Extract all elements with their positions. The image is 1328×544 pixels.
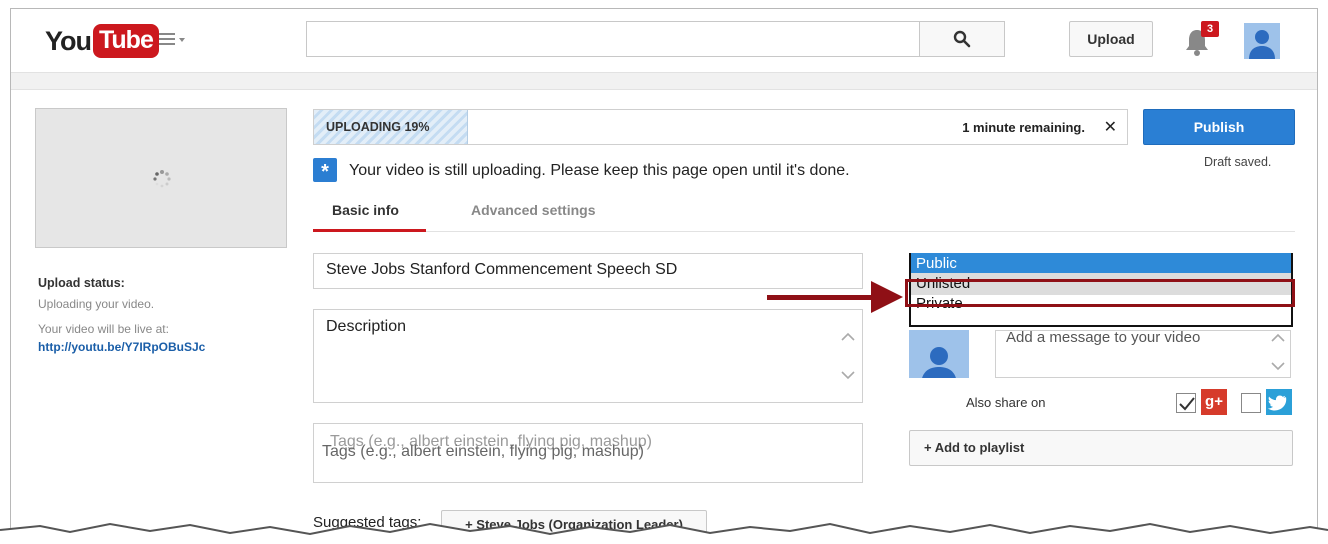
also-share-label: Also share on	[966, 395, 1046, 410]
notifications-button[interactable]: 3	[1183, 21, 1219, 57]
google-plus-icon: g+	[1201, 389, 1227, 415]
message-scroll-arrows-icon[interactable]	[1270, 331, 1286, 377]
logo-tube-text: Tube	[93, 24, 159, 58]
asterisk-icon: *	[313, 158, 337, 183]
checkmark-icon	[1179, 397, 1195, 411]
search-icon	[953, 30, 971, 48]
tags-value: Tags (e.g., albert einstein, flying pig,…	[322, 443, 644, 460]
tags-input[interactable]: Tags (e.g., albert einstein, flying pig,…	[313, 423, 863, 483]
share-message-placeholder: Add a message to your video	[1006, 329, 1201, 346]
youtube-logo[interactable]: You Tube	[45, 23, 159, 59]
time-remaining-text: 1 minute remaining.	[962, 120, 1085, 135]
draft-saved-text: Draft saved.	[1204, 155, 1272, 169]
description-textarea[interactable]: Description	[313, 309, 863, 403]
gplus-share-checkbox[interactable]	[1176, 393, 1196, 413]
search-button[interactable]	[919, 21, 1005, 57]
tab-advanced-settings[interactable]: Advanced settings	[471, 202, 595, 218]
guide-menu-icon[interactable]	[159, 33, 191, 49]
uploading-status-text: Uploading your video.	[38, 297, 155, 311]
upload-progress-bar: UPLOADING 19% 1 minute remaining. ✕	[313, 109, 1128, 145]
add-to-playlist-button[interactable]: + Add to playlist	[909, 430, 1293, 466]
description-placeholder: Description	[326, 318, 407, 335]
unlisted-highlight-box	[905, 279, 1295, 307]
textarea-scroll-arrows-icon[interactable]	[840, 328, 856, 388]
video-title-input[interactable]: Steve Jobs Stanford Commencement Speech …	[313, 253, 863, 289]
upload-main-panel: Upload status: Uploading your video. You…	[11, 89, 1317, 537]
video-url-link[interactable]: http://youtu.be/Y7IRpOBuSJc	[38, 340, 205, 354]
annotation-arrow-icon	[871, 281, 903, 313]
tab-basic-info[interactable]: Basic info	[332, 202, 399, 218]
video-live-text: Your video will be live at:	[38, 322, 169, 336]
upload-button[interactable]: Upload	[1069, 21, 1153, 57]
publish-button[interactable]: Publish	[1143, 109, 1295, 145]
tab-divider	[313, 231, 1295, 232]
user-avatar-icon	[922, 347, 956, 378]
torn-edge-decoration	[0, 522, 1328, 544]
upload-status-label: Upload status:	[38, 276, 125, 290]
loading-spinner-icon	[153, 170, 171, 188]
notification-count-badge: 3	[1201, 21, 1219, 37]
top-header: You Tube Upload 3	[11, 9, 1317, 73]
account-avatar[interactable]	[1244, 23, 1280, 59]
annotation-arrow-shaft	[767, 295, 879, 300]
share-avatar	[909, 330, 969, 378]
upload-progress-label: UPLOADING 19%	[326, 120, 430, 134]
upload-notice-text: Your video is still uploading. Please ke…	[349, 162, 850, 179]
twitter-share-checkbox[interactable]	[1241, 393, 1261, 413]
share-message-input[interactable]: Add a message to your video	[995, 329, 1291, 378]
cancel-upload-icon[interactable]: ✕	[1104, 117, 1117, 137]
logo-you-text: You	[45, 25, 92, 56]
twitter-icon	[1266, 389, 1292, 415]
user-avatar-icon	[1249, 30, 1275, 59]
active-tab-indicator	[313, 229, 426, 232]
upload-page-frame: You Tube Upload 3 Upload status: Uploadi…	[10, 8, 1318, 538]
search-input[interactable]	[306, 21, 919, 57]
video-thumbnail-placeholder	[35, 108, 287, 248]
privacy-option-public[interactable]: Public	[911, 253, 1291, 273]
